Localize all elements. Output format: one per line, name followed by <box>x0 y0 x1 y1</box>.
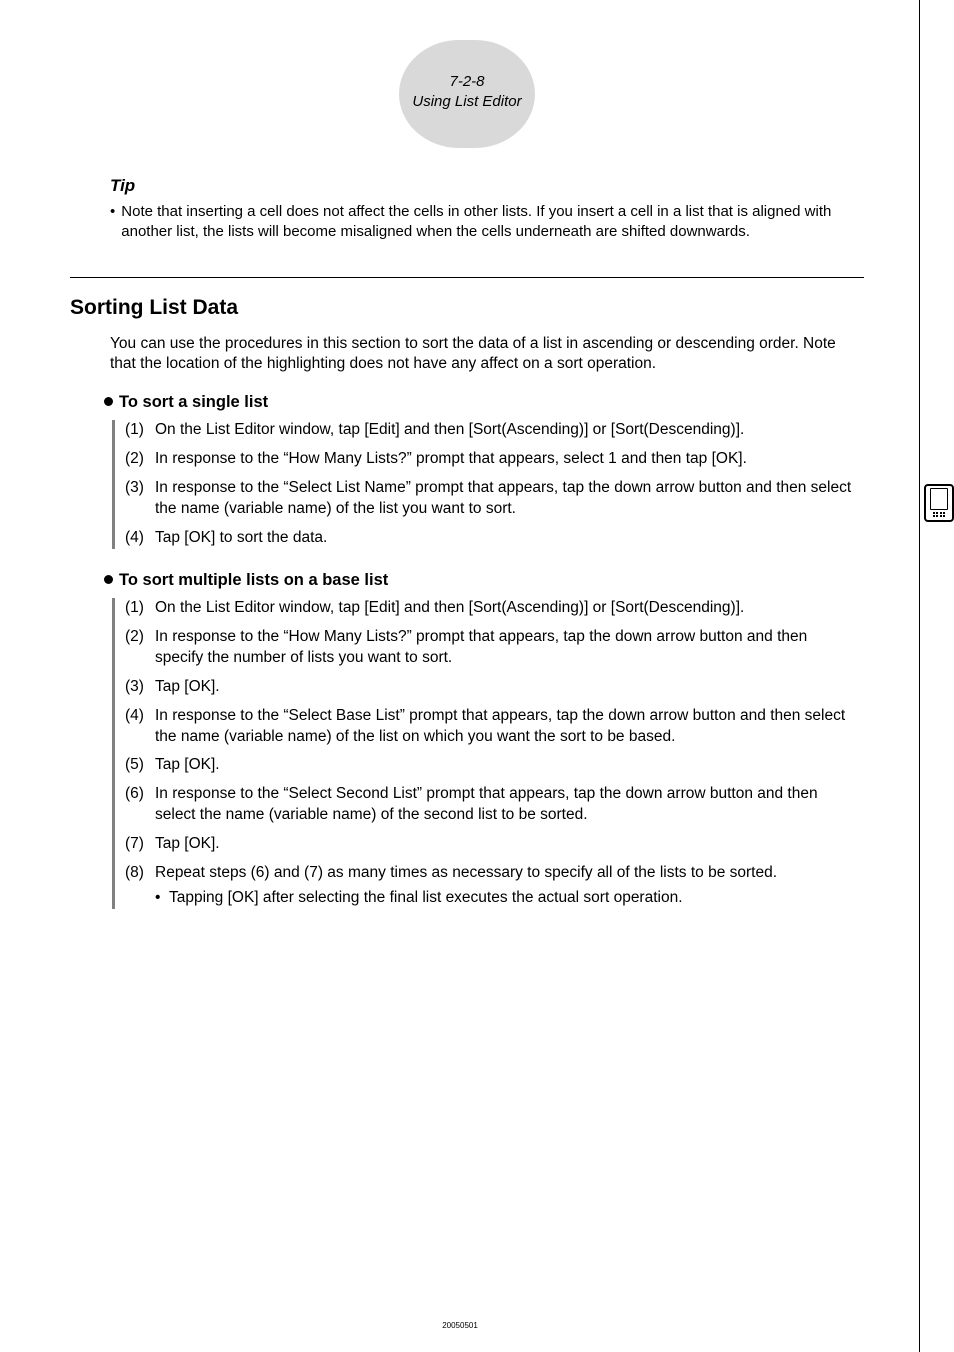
subsection-1-title: To sort a single list <box>104 393 864 412</box>
list-item: (4)Tap [OK] to sort the data. <box>125 528 864 549</box>
list-item: (1)On the List Editor window, tap [Edit]… <box>125 420 864 441</box>
tip-text: Note that inserting a cell does not affe… <box>121 202 854 243</box>
disc-icon <box>104 575 113 584</box>
step-num: (3) <box>125 677 155 698</box>
step-text: Tap [OK] to sort the data. <box>155 528 864 549</box>
step-num: (2) <box>125 627 155 669</box>
step-text: In response to the “How Many Lists?” pro… <box>155 449 864 470</box>
list-item: (2)In response to the “How Many Lists?” … <box>125 449 864 470</box>
sub1-title-text: To sort a single list <box>119 393 268 411</box>
step-text: In response to the “Select List Name” pr… <box>155 478 864 520</box>
step-num: (1) <box>125 420 155 441</box>
step-text: Repeat steps (6) and (7) as many times a… <box>155 863 864 909</box>
footer-date: 20050501 <box>0 1321 920 1330</box>
step-text: On the List Editor window, tap [Edit] an… <box>155 598 864 619</box>
tip-heading: Tip <box>110 176 864 196</box>
page-frame: 7-2-8 Using List Editor Tip • Note that … <box>0 0 920 1352</box>
list-item: (7)Tap [OK]. <box>125 834 864 855</box>
section-title: Sorting List Data <box>70 296 864 320</box>
section-intro: You can use the procedures in this secti… <box>110 334 864 376</box>
page-reference: 7-2-8 <box>399 72 535 92</box>
calculator-keys-icon <box>933 512 946 518</box>
section-divider <box>70 277 864 278</box>
tip-body: • Note that inserting a cell does not af… <box>110 202 854 243</box>
step-num: (1) <box>125 598 155 619</box>
sub2-steps: (1)On the List Editor window, tap [Edit]… <box>112 598 864 909</box>
list-item: (5)Tap [OK]. <box>125 755 864 776</box>
step-text: Tap [OK]. <box>155 677 864 698</box>
step-text: Tap [OK]. <box>155 834 864 855</box>
step-sub-text: Tapping [OK] after selecting the final l… <box>169 888 683 909</box>
step-text-main: Repeat steps (6) and (7) as many times a… <box>155 864 777 881</box>
step-text: In response to the “How Many Lists?” pro… <box>155 627 864 669</box>
step-sub: •Tapping [OK] after selecting the final … <box>155 888 858 909</box>
section-name: Using List Editor <box>399 92 535 112</box>
calculator-icon <box>924 484 954 522</box>
list-item: (6)In response to the “Select Second Lis… <box>125 784 864 826</box>
bullet-icon: • <box>155 888 169 909</box>
bullet-icon: • <box>110 202 115 243</box>
calculator-screen-icon <box>930 488 948 510</box>
step-num: (8) <box>125 863 155 909</box>
sub1-steps: (1)On the List Editor window, tap [Edit]… <box>112 420 864 549</box>
sub2-title-text: To sort multiple lists on a base list <box>119 571 388 589</box>
step-num: (3) <box>125 478 155 520</box>
step-num: (5) <box>125 755 155 776</box>
header-badge: 7-2-8 Using List Editor <box>70 40 864 148</box>
step-text: In response to the “Select Base List” pr… <box>155 706 864 748</box>
list-item: (2)In response to the “How Many Lists?” … <box>125 627 864 669</box>
step-num: (4) <box>125 706 155 748</box>
list-item: (8) Repeat steps (6) and (7) as many tim… <box>125 863 864 909</box>
step-num: (7) <box>125 834 155 855</box>
step-text: On the List Editor window, tap [Edit] an… <box>155 420 864 441</box>
disc-icon <box>104 397 113 406</box>
subsection-2-title: To sort multiple lists on a base list <box>104 571 864 590</box>
list-item: (1)On the List Editor window, tap [Edit]… <box>125 598 864 619</box>
step-text: Tap [OK]. <box>155 755 864 776</box>
step-num: (2) <box>125 449 155 470</box>
header-circle: 7-2-8 Using List Editor <box>399 40 535 148</box>
step-text: In response to the “Select Second List” … <box>155 784 864 826</box>
list-item: (3)In response to the “Select List Name”… <box>125 478 864 520</box>
step-num: (4) <box>125 528 155 549</box>
step-num: (6) <box>125 784 155 826</box>
list-item: (4)In response to the “Select Base List”… <box>125 706 864 748</box>
list-item: (3)Tap [OK]. <box>125 677 864 698</box>
